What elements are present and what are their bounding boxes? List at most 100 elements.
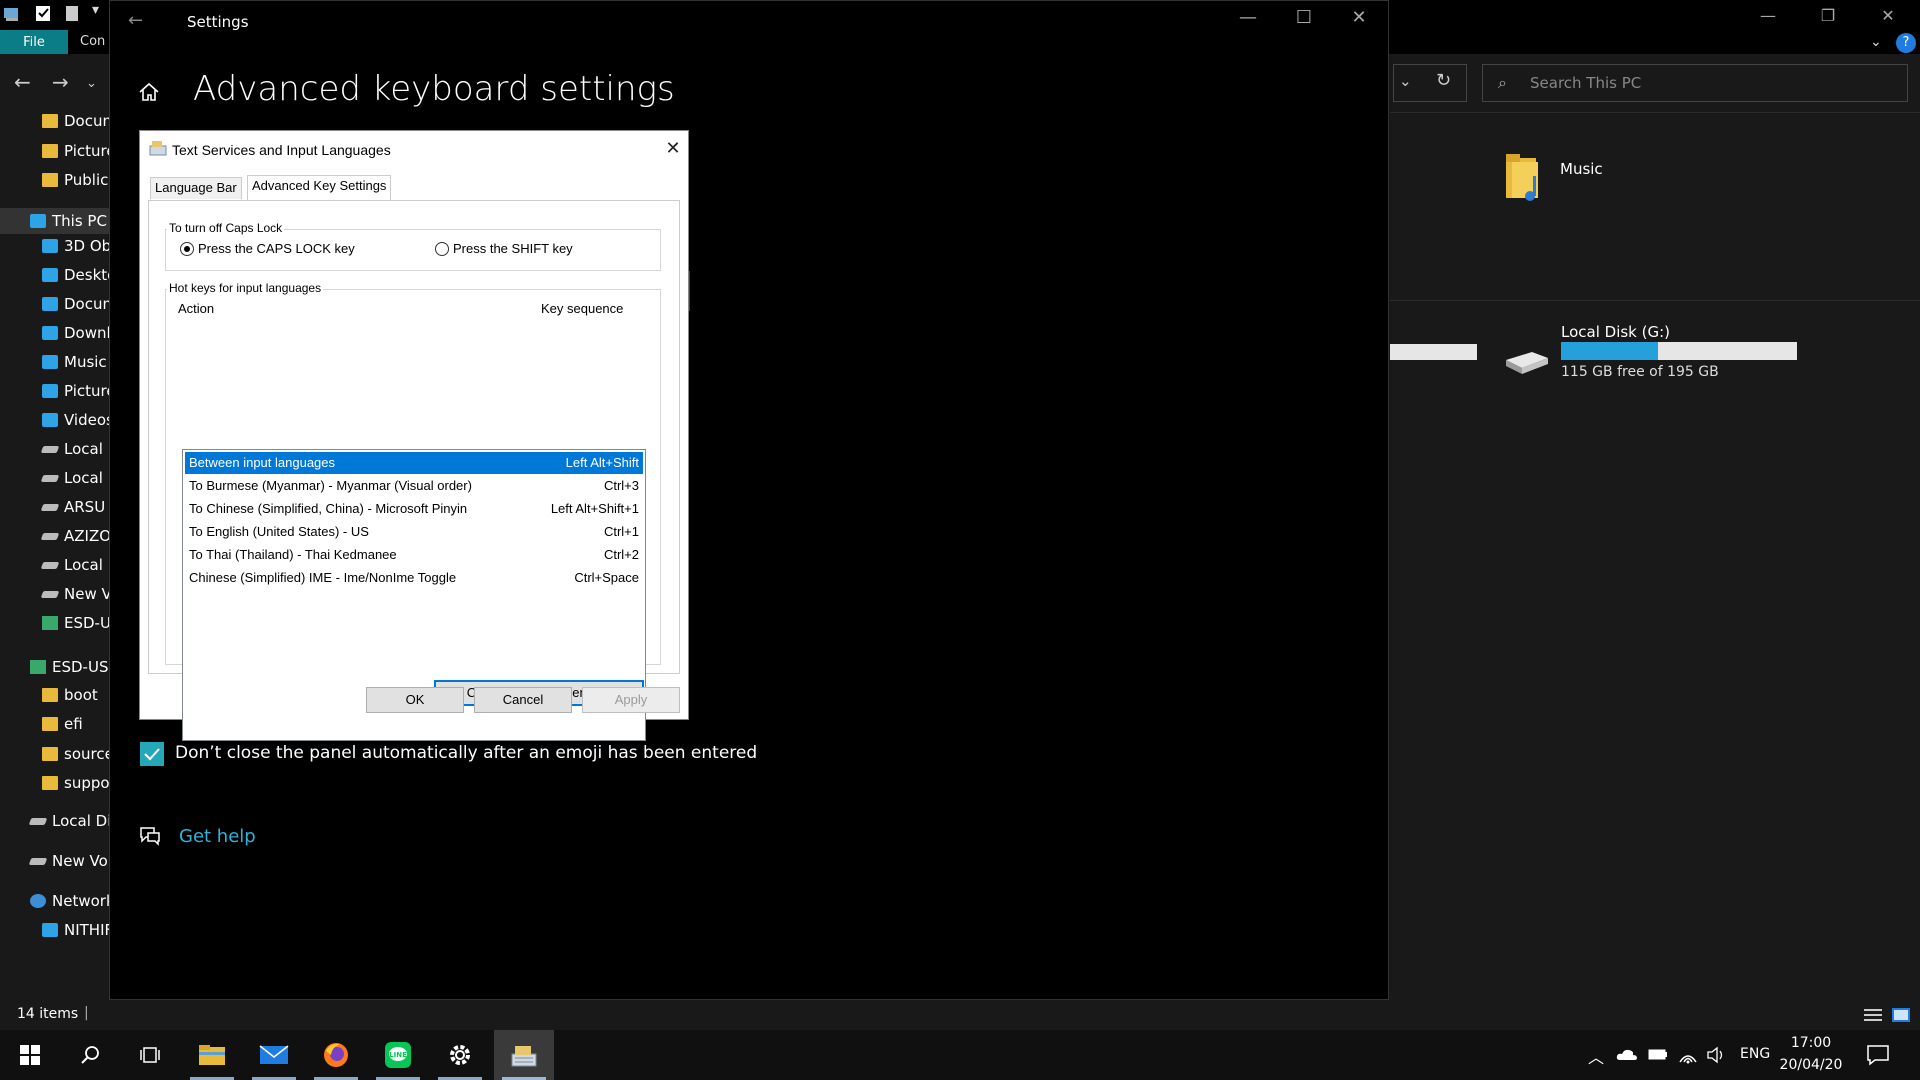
sidebar-item[interactable]: Downl	[0, 320, 110, 346]
hotkey-row[interactable]: To Thai (Thailand) - Thai Kedmanee Ctrl+2	[185, 544, 643, 566]
dialog-close-button[interactable]: ✕	[660, 135, 686, 161]
settings-close-button[interactable]: ✕	[1336, 7, 1382, 28]
hotkey-row[interactable]: To Burmese (Myanmar) - Myanmar (Visual o…	[185, 475, 643, 497]
emoji-panel-checkbox[interactable]	[140, 742, 164, 766]
sidebar-item[interactable]: efi	[0, 711, 110, 737]
settings-back-arrow-icon[interactable]: ←	[128, 10, 143, 31]
sidebar-item[interactable]: Local D	[0, 552, 110, 578]
sidebar-item[interactable]: Local D	[0, 436, 110, 462]
sidebar-item[interactable]: AZIZO	[0, 523, 110, 549]
sidebar-item[interactable]: boot	[0, 682, 110, 708]
home-icon[interactable]	[138, 81, 160, 103]
caps-lock-key-radio[interactable]	[180, 242, 194, 256]
help-icon[interactable]: ?	[1896, 33, 1916, 53]
sidebar-item[interactable]: Docum	[0, 291, 110, 317]
sidebar-item[interactable]: NITHIF	[0, 917, 110, 943]
ribbon-expand-icon[interactable]: ⌄	[1870, 34, 1882, 50]
sidebar-item[interactable]: Picture	[0, 138, 110, 164]
settings-minimize-button[interactable]: —	[1225, 7, 1271, 28]
back-arrow-icon[interactable]: ←	[14, 70, 31, 94]
hotkey-row[interactable]: Chinese (Simplified) IME - Ime/NonIme To…	[185, 567, 643, 589]
taskbar-mail[interactable]	[244, 1030, 304, 1080]
hotkey-row[interactable]: Between input languages Left Alt+Shift	[185, 452, 643, 474]
explorer-minimize-button[interactable]: —	[1738, 0, 1798, 30]
explorer-restore-button[interactable]: ❐	[1798, 0, 1858, 30]
sidebar-item-label: ESD-U	[64, 614, 110, 632]
taskbar-search-button[interactable]	[60, 1030, 120, 1080]
sidebar-item[interactable]: Music	[0, 349, 110, 375]
cancel-button[interactable]: Cancel	[474, 687, 572, 713]
input-language-indicator[interactable]: ENG	[1740, 1046, 1770, 1062]
sidebar-item-label: Local Di	[52, 812, 110, 830]
music-folder-icon[interactable]	[1506, 152, 1542, 202]
key-sequence-column-header[interactable]: Key sequence	[541, 301, 623, 316]
explorer-close-button[interactable]: ✕	[1858, 0, 1918, 30]
sidebar-item[interactable]: New Vo	[0, 581, 110, 607]
taskbar-firefox[interactable]	[306, 1030, 366, 1080]
taskbar-file-explorer[interactable]	[182, 1030, 242, 1080]
start-button[interactable]	[0, 1030, 60, 1080]
sidebar-item[interactable]: suppor	[0, 770, 110, 796]
sidebar-item[interactable]: Videos	[0, 407, 110, 433]
sidebar-item[interactable]: Docum	[0, 108, 110, 134]
clock[interactable]: 17:00 20/04/20	[1768, 1032, 1854, 1076]
sidebar-item[interactable]: ESD-USI	[0, 654, 110, 680]
emoji-panel-checkbox-label[interactable]: Don’t close the panel automatically afte…	[175, 743, 757, 763]
recent-locations-icon[interactable]: ⌄	[86, 76, 97, 91]
shift-key-label[interactable]: Press the SHIFT key	[453, 241, 573, 256]
hotkey-action: To Thai (Thailand) - Thai Kedmanee	[189, 547, 397, 562]
action-center-icon[interactable]	[1866, 1044, 1890, 1066]
taskbar-text-services[interactable]	[494, 1030, 554, 1080]
apply-button[interactable]: Apply	[582, 687, 680, 713]
hotkey-row[interactable]: To English (United States) - US Ctrl+1	[185, 521, 643, 543]
task-view-icon	[140, 1047, 160, 1063]
sidebar-item[interactable]: source	[0, 741, 110, 767]
refresh-icon[interactable]: ↻	[1436, 70, 1451, 91]
onedrive-icon[interactable]	[1616, 1047, 1638, 1061]
tab-advanced-key-settings[interactable]: Advanced Key Settings	[247, 175, 392, 201]
sidebar-item-label: NITHIF	[64, 921, 110, 939]
sidebar-item-label: source	[64, 745, 110, 763]
ribbon-file-tab[interactable]: File	[0, 30, 68, 54]
details-view-icon[interactable]	[1864, 1008, 1882, 1022]
shift-key-radio[interactable]	[435, 242, 449, 256]
taskbar-line[interactable]: LINE	[368, 1030, 428, 1080]
sidebar-item[interactable]: This PC	[0, 208, 110, 234]
forward-arrow-icon[interactable]: →	[52, 70, 69, 94]
sidebar-item[interactable]: Network	[0, 888, 110, 914]
sidebar-item[interactable]: Deskto	[0, 262, 110, 288]
hard-drive-icon[interactable]	[1500, 350, 1550, 376]
sidebar-item-label: efi	[64, 715, 83, 733]
explorer-app-icon[interactable]	[2, 2, 24, 24]
task-view-button[interactable]	[120, 1030, 180, 1080]
sidebar-item[interactable]: Local Di	[0, 808, 110, 834]
address-dropdown-icon[interactable]: ⌄	[1399, 72, 1412, 90]
sidebar-item[interactable]: New Vol	[0, 848, 110, 874]
ok-button[interactable]: OK	[366, 687, 464, 713]
sidebar-item[interactable]: Picture	[0, 378, 110, 404]
large-icons-view-icon[interactable]	[1892, 1008, 1910, 1022]
qat-dropdown-icon[interactable]: ▾	[92, 2, 99, 24]
volume-icon[interactable]	[1706, 1046, 1726, 1064]
show-hidden-icons-icon[interactable]: ︿	[1588, 1044, 1604, 1068]
get-help-link[interactable]: Get help	[179, 826, 256, 847]
ribbon-computer-tab[interactable]: Con	[80, 30, 105, 54]
action-column-header[interactable]: Action	[178, 301, 214, 316]
hotkey-row[interactable]: To Chinese (Simplified, China) - Microso…	[185, 498, 643, 520]
sidebar-item[interactable]: 3D Obj	[0, 233, 110, 259]
settings-maximize-button[interactable]: ☐	[1281, 7, 1327, 28]
sidebar-item[interactable]: Public	[0, 167, 110, 193]
taskbar-settings[interactable]	[430, 1030, 490, 1080]
music-folder-label[interactable]: Music	[1560, 160, 1603, 178]
new-folder-icon[interactable]	[64, 2, 82, 24]
sidebar-item[interactable]: ARSU (	[0, 494, 110, 520]
sidebar-item[interactable]: Local D	[0, 465, 110, 491]
battery-icon[interactable]	[1648, 1048, 1668, 1061]
sidebar-item[interactable]: ESD-U	[0, 610, 110, 636]
properties-icon[interactable]	[34, 2, 54, 24]
tab-language-bar[interactable]: Language Bar	[150, 177, 242, 199]
sidebar-item-label: Local D	[64, 556, 110, 574]
caps-lock-key-label[interactable]: Press the CAPS LOCK key	[198, 241, 355, 256]
wifi-icon[interactable]	[1678, 1046, 1698, 1064]
disk-name[interactable]: Local Disk (G:)	[1561, 323, 1670, 341]
